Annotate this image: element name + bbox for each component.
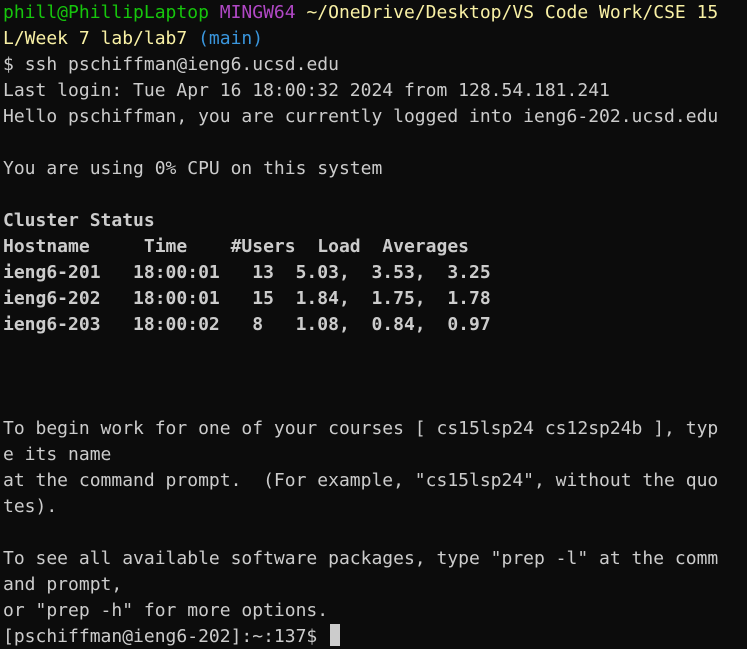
cluster-row-ieng6-203: ieng6-203 18:00:02 8 1.08, 0.84, 0.97 — [3, 314, 491, 335]
courses-message-line: at the command prompt. (For example, "cs… — [3, 470, 719, 491]
prompt-path: ~/OneDrive/Desktop/VS Code Work/CSE 15 — [306, 2, 719, 23]
last-login-line: Last login: Tue Apr 16 18:00:32 2024 fro… — [3, 80, 610, 101]
command-prompt-symbol: $ — [3, 54, 25, 75]
prep-message-line: and prompt, — [3, 574, 123, 595]
git-bash-prompt-line: phill@PhillipLaptop MINGW64 ~/OneDrive/D… — [3, 0, 747, 26]
cluster-status-title: Cluster Status — [3, 210, 155, 231]
prompt-user-host: phill@PhillipLaptop — [3, 2, 209, 23]
git-bash-prompt-line-wrap: L/Week 7 lab/lab7 (main) — [3, 26, 747, 52]
cpu-usage-line: You are using 0% CPU on this system — [3, 158, 383, 179]
remote-shell-prompt: [pschiffman@ieng6-202]:~:137$ — [3, 626, 329, 647]
hello-line: Hello pschiffman, you are currently logg… — [3, 106, 719, 127]
text-cursor — [330, 624, 341, 646]
prep-message-line: or "prep -h" for more options. — [3, 600, 329, 621]
courses-message-line: tes). — [3, 496, 58, 517]
prep-message-line: To see all available software packages, … — [3, 548, 719, 569]
cluster-table-header: Hostname Time #Users Load Averages — [3, 236, 469, 257]
prompt-env: MINGW64 — [219, 2, 296, 23]
cluster-row-ieng6-202: ieng6-202 18:00:01 15 1.84, 1.75, 1.78 — [3, 288, 491, 309]
ssh-command: ssh pschiffman@ieng6.ucsd.edu — [24, 54, 339, 75]
courses-message-line: To begin work for one of your courses [ … — [3, 418, 719, 439]
remote-shell-prompt-line[interactable]: [pschiffman@ieng6-202]:~:137$ — [3, 624, 747, 649]
prompt-git-branch: (main) — [198, 28, 264, 49]
courses-message-line: e its name — [3, 444, 112, 465]
prompt-path-continued: L/Week 7 lab/lab7 — [3, 28, 188, 49]
command-line: $ ssh pschiffman@ieng6.ucsd.edu — [3, 52, 747, 78]
terminal-window[interactable]: phill@PhillipLaptop MINGW64 ~/OneDrive/D… — [0, 0, 747, 649]
cluster-row-ieng6-201: ieng6-201 18:00:01 13 5.03, 3.53, 3.25 — [3, 262, 491, 283]
